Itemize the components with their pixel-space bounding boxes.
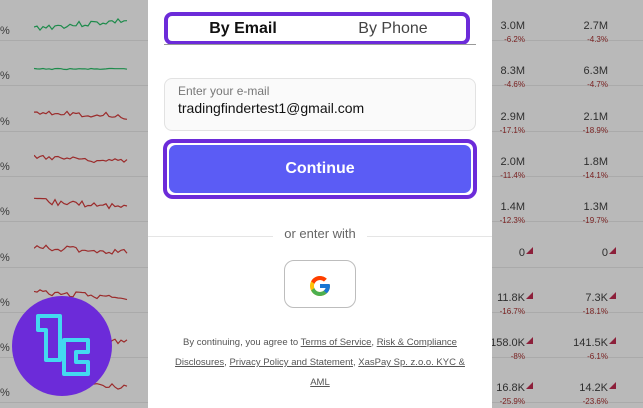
bg-percent: % xyxy=(0,160,10,173)
bg-value: 1.3M xyxy=(583,201,608,214)
continue-button-highlight: Continue xyxy=(163,139,477,199)
bg-sparkline xyxy=(34,197,128,210)
bg-value: 2.1M xyxy=(583,110,608,123)
tab-by-phone[interactable]: By Phone xyxy=(318,16,468,41)
continue-button[interactable]: Continue xyxy=(169,145,471,193)
bg-triangle-marker xyxy=(609,246,616,254)
bg-value: 0 xyxy=(601,246,608,259)
google-icon xyxy=(310,276,330,296)
google-login-button[interactable] xyxy=(284,260,356,308)
bg-percent: % xyxy=(0,296,10,309)
bg-change: -18.1% xyxy=(582,306,608,316)
bg-sparkline xyxy=(34,243,128,255)
divider-right xyxy=(367,236,492,237)
bg-triangle-marker xyxy=(526,291,533,299)
bg-change: -23.6% xyxy=(582,397,608,407)
privacy-policy-link[interactable]: Privacy Policy and Statement xyxy=(229,357,353,368)
login-modal: By Email By Phone Enter your e-mail Cont… xyxy=(148,0,492,408)
legal-text: By continuing, you agree to Terms of Ser… xyxy=(168,333,472,393)
bg-percent: % xyxy=(0,206,10,219)
tabs-underline xyxy=(164,44,476,45)
bg-value: 2.7M xyxy=(583,20,608,32)
terms-of-service-link[interactable]: Terms of Service xyxy=(301,337,372,348)
bg-value: 6.3M xyxy=(583,65,608,78)
bg-change: -14.1% xyxy=(582,170,608,180)
bg-triangle-marker xyxy=(609,382,616,390)
tradingfinder-logo xyxy=(12,296,112,396)
bg-triangle-marker xyxy=(526,337,533,345)
bg-triangle-marker xyxy=(609,291,616,299)
bg-value: 1.8M xyxy=(583,155,608,168)
bg-percent: % xyxy=(0,387,10,400)
bg-change: -6.1% xyxy=(587,352,608,362)
bg-percent: % xyxy=(0,25,10,37)
legal-prefix: By continuing, you agree to xyxy=(183,337,301,348)
email-field-container: Enter your e-mail xyxy=(164,78,476,131)
bg-percent: % xyxy=(0,251,10,264)
tab-by-email[interactable]: By Email xyxy=(168,16,318,41)
bg-change: -18.9% xyxy=(582,125,608,135)
bg-triangle-marker xyxy=(526,382,533,390)
bg-sparkline xyxy=(34,110,128,120)
bg-change: -4.3% xyxy=(587,35,608,44)
bg-value: 141.5K xyxy=(573,337,608,350)
email-field[interactable] xyxy=(178,97,468,119)
auth-method-tabs: By Email By Phone xyxy=(164,12,470,45)
email-field-label: Enter your e-mail xyxy=(178,84,270,98)
bg-percent: % xyxy=(0,70,10,83)
bg-change: -4.7% xyxy=(587,80,608,90)
bg-sparkline xyxy=(34,68,128,71)
bg-sparkline xyxy=(34,17,128,32)
bg-sparkline xyxy=(34,154,128,164)
bg-percent: % xyxy=(0,342,10,355)
bg-value: 7.3K xyxy=(585,291,608,304)
bg-triangle-marker xyxy=(526,246,533,254)
bg-value: 14.2K xyxy=(579,382,608,395)
bg-change: -19.7% xyxy=(582,216,608,226)
or-enter-with-text: or enter with xyxy=(284,226,356,241)
bg-percent: % xyxy=(0,115,10,128)
bg-triangle-marker xyxy=(609,337,616,345)
